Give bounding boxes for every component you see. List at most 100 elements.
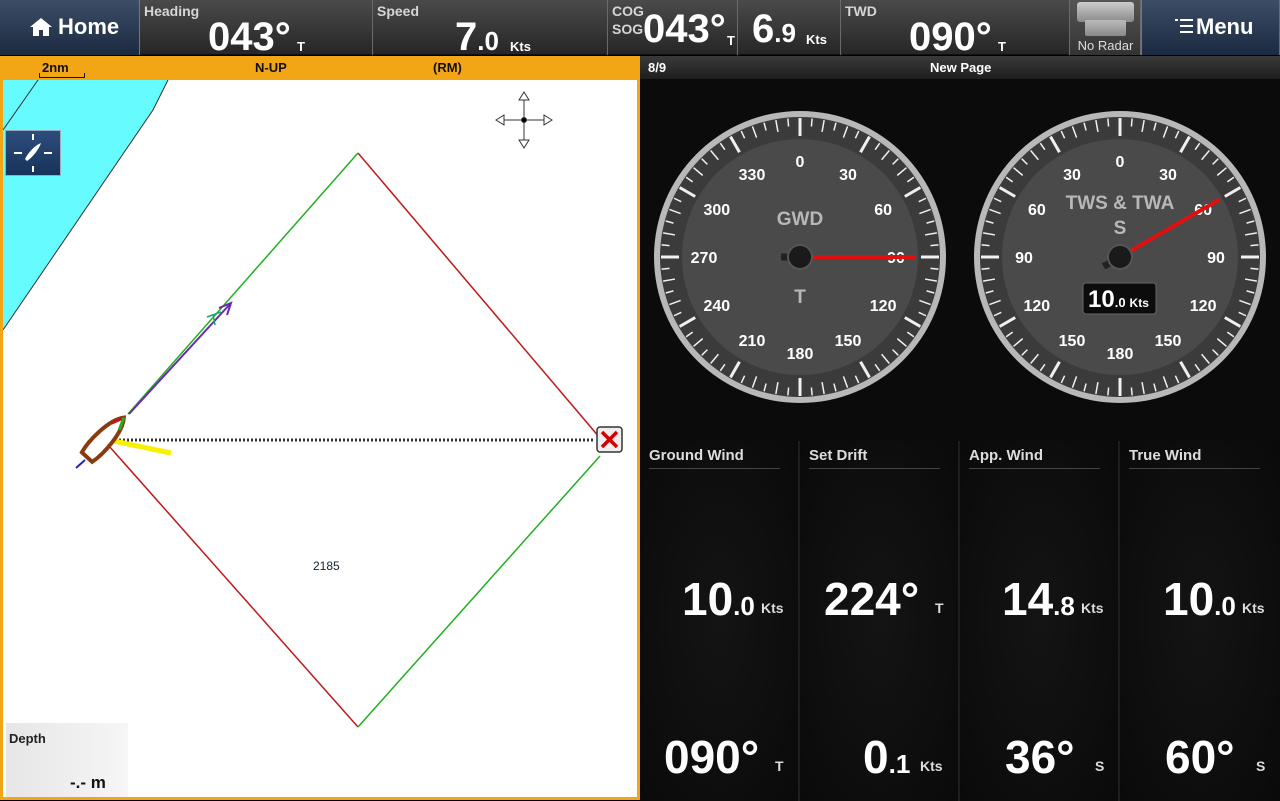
heading-label: Heading xyxy=(144,3,200,19)
radar-status-button[interactable]: No Radar xyxy=(1070,0,1141,55)
chart-motion-mode[interactable]: (RM) xyxy=(433,60,462,75)
gwd-title: GWD xyxy=(777,209,823,230)
home-button[interactable]: Home xyxy=(0,0,140,55)
gwd-scale-label: 30 xyxy=(839,167,857,184)
tile-primary-value: 10.0 xyxy=(682,573,755,625)
twd-cell[interactable]: TWD 090° T xyxy=(841,0,1070,57)
gwd-scale-label: 150 xyxy=(835,333,862,350)
cog-cell[interactable]: COG SOG 043° T xyxy=(608,0,738,55)
route-leg-green-2 xyxy=(357,455,601,728)
tile-primary-unit: T xyxy=(935,600,944,616)
gwd-subtitle: T xyxy=(794,287,806,308)
route-leg-green-1 xyxy=(127,152,359,415)
tile-primary-value: 14.8 xyxy=(1002,573,1075,625)
heading-cell[interactable]: Heading 043° T xyxy=(140,0,373,59)
tws-tick xyxy=(981,244,990,247)
tws-scale-label: 120 xyxy=(1024,298,1051,315)
vessel-position-button[interactable] xyxy=(5,130,61,176)
tile-secondary-value: 0.1 xyxy=(863,731,911,783)
gwd-scale-label: 300 xyxy=(704,202,731,219)
tile-divider xyxy=(1129,468,1260,469)
page-name: New Page xyxy=(930,60,992,75)
twd-unit: T xyxy=(998,39,1006,54)
tws-twa-gauge[interactable]: 0306090120150180150120906030 TWS & TWA S… xyxy=(970,86,1270,436)
menu-icon xyxy=(1175,19,1193,33)
waypoint-close-icon[interactable] xyxy=(596,426,623,453)
sog-value: 6.9 xyxy=(752,7,796,51)
depth-value: -.- m xyxy=(70,773,106,792)
tile-secondary-value: 090° xyxy=(664,731,760,783)
boat-locate-icon xyxy=(14,134,52,172)
gwd-tick xyxy=(787,387,790,396)
tile-primary-value: 10.0 xyxy=(1163,573,1236,625)
sog-unit: Kts xyxy=(806,32,827,47)
land-area xyxy=(3,80,168,330)
home-label: Home xyxy=(58,14,120,39)
speed-value: 7.0 xyxy=(455,15,499,59)
gwd-scale-label: 240 xyxy=(704,298,731,315)
cog-vector xyxy=(128,302,232,415)
tile-ground-wind[interactable]: Ground Wind 10.0 Kts 090° T xyxy=(640,441,800,801)
cog-unit: T xyxy=(727,33,735,48)
sog-cell[interactable]: 6.9 Kts xyxy=(738,0,841,55)
tws-scale-label: 180 xyxy=(1107,346,1134,363)
gwd-tick xyxy=(930,267,939,270)
tile-true-wind[interactable]: True Wind 10.0 Kts 60° S xyxy=(1120,441,1280,801)
page-header: 8/9 New Page xyxy=(640,56,1280,79)
tws-scale-label: 30 xyxy=(1159,167,1177,184)
top-data-bar: Home Heading 043° T Speed 7.0 Kts COG SO… xyxy=(0,0,1280,59)
gwd-gauge[interactable]: 0306090120150180210240270300330 GWD T xyxy=(650,86,950,436)
gwd-scale-label: 330 xyxy=(739,167,766,184)
gwd-hub xyxy=(787,244,813,270)
tws-scale-label: 0 xyxy=(1116,154,1125,171)
tws-scale-label: 120 xyxy=(1190,298,1217,315)
tile-secondary-unit: T xyxy=(775,758,784,774)
menu-label: Menu xyxy=(1196,14,1254,39)
speed-cell[interactable]: Speed 7.0 Kts xyxy=(373,0,608,59)
wind-vector xyxy=(108,437,172,456)
heading-unit: T xyxy=(297,39,305,54)
tile-app-wind[interactable]: App. Wind 14.8 Kts 36° S xyxy=(960,441,1120,801)
instrument-panel: 8/9 New Page 0 30 60 90 120 150 180 210 240 270 30… xyxy=(640,56,1280,801)
chart-canvas[interactable] xyxy=(3,80,637,800)
tile-title: Set Drift xyxy=(809,447,868,464)
route-leg-red-2 xyxy=(108,445,359,728)
vessel-icon[interactable] xyxy=(79,412,131,465)
tws-scale-label: 30 xyxy=(1063,167,1081,184)
tws-tick xyxy=(1107,118,1110,127)
pan-move-icon[interactable] xyxy=(495,91,553,149)
tws-tick xyxy=(1250,244,1259,247)
tile-title: True Wind xyxy=(1129,447,1202,464)
depth-label: Depth xyxy=(9,731,46,746)
chart-panel[interactable]: 2nm N-UP (RM) 2185 Depth -.- m xyxy=(0,56,640,800)
depth-overlay[interactable]: Depth -.- m xyxy=(6,723,128,797)
menu-button[interactable]: Menu xyxy=(1141,0,1280,55)
tws-tick xyxy=(1130,118,1133,127)
cog-label: COG xyxy=(612,3,644,19)
home-icon xyxy=(30,18,52,36)
tile-primary-unit: Kts xyxy=(761,600,784,616)
tile-divider xyxy=(809,468,940,469)
stern-marker xyxy=(75,459,86,469)
tile-divider xyxy=(649,468,780,469)
tile-divider xyxy=(969,468,1100,469)
radar-base-icon xyxy=(1085,20,1126,36)
gwd-scale-label: 180 xyxy=(787,346,814,363)
gwd-tick xyxy=(810,387,813,396)
route-leg-red-1 xyxy=(357,152,601,439)
tws-tick xyxy=(1130,387,1133,396)
tile-secondary-unit: S xyxy=(1095,758,1105,774)
heading-value: 043° xyxy=(208,15,291,59)
tws-scale-label: 60 xyxy=(1028,202,1046,219)
chart-orientation[interactable]: N-UP xyxy=(255,60,287,75)
tile-primary-unit: Kts xyxy=(1081,600,1104,616)
tile-set-drift[interactable]: Set Drift 224° T 0.1 Kts xyxy=(800,441,960,801)
speed-label: Speed xyxy=(377,3,420,19)
page-number: 8/9 xyxy=(648,60,667,75)
twd-label: TWD xyxy=(845,3,877,19)
gwd-scale-label: 210 xyxy=(739,333,766,350)
gwd-scale-label: 60 xyxy=(874,202,892,219)
gwd-scale-label: 120 xyxy=(870,298,897,315)
gwd-tick xyxy=(810,118,813,127)
tws-scale-label: 90 xyxy=(1015,250,1033,267)
